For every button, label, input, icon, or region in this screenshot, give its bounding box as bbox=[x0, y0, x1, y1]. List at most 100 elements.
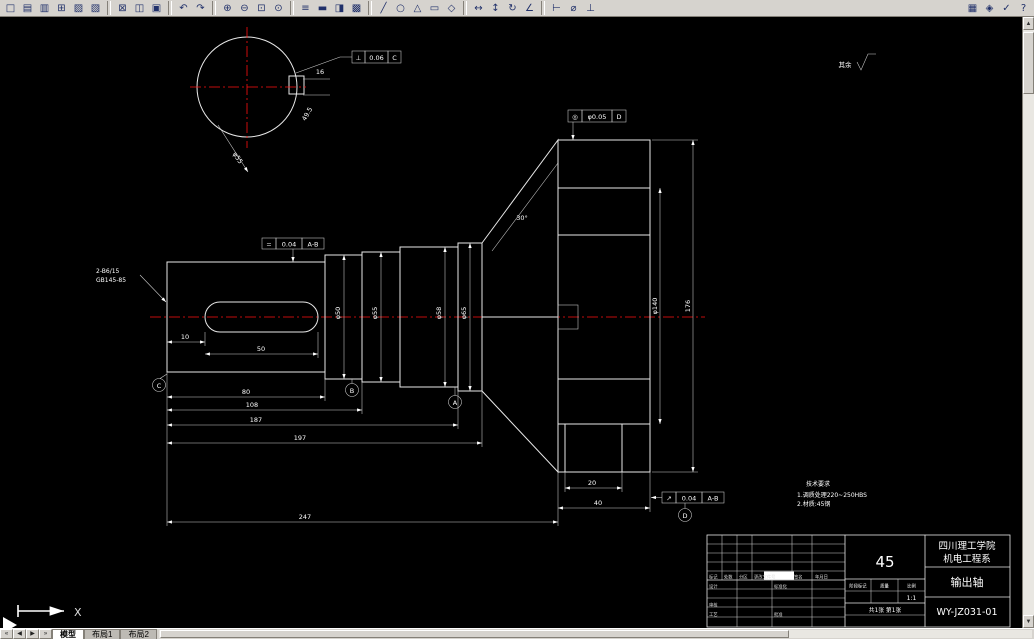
dim-text: 20 bbox=[588, 479, 596, 487]
line-weight-icon[interactable]: ▬ bbox=[314, 0, 331, 16]
spell-check-icon[interactable]: ✓ bbox=[998, 0, 1015, 16]
part-name: 输出轴 bbox=[951, 575, 984, 589]
next-tab-button[interactable]: ▶ bbox=[26, 629, 39, 639]
org-dept: 机电工程系 bbox=[943, 553, 991, 565]
front-view: 30° bbox=[150, 138, 705, 474]
ellipse-icon[interactable]: ◇ bbox=[443, 0, 460, 16]
open-icon[interactable]: ▤ bbox=[19, 0, 36, 16]
title-block: 标记 处数 分区 更改文件号 签名 年月日 设计 标准化 审核 工艺 批准 45 bbox=[706, 534, 1011, 628]
dim-text: φ58 bbox=[435, 307, 443, 320]
dim-text: 176 bbox=[684, 300, 692, 312]
dim-text: 187 bbox=[250, 416, 262, 424]
toolbar-separator bbox=[541, 1, 545, 15]
horizontal-scrollbar-thumb[interactable] bbox=[159, 630, 789, 638]
new-icon[interactable]: □ bbox=[2, 0, 19, 16]
help-icon[interactable]: ? bbox=[1015, 0, 1032, 16]
tb-label: 审核 bbox=[709, 602, 718, 609]
note-text: 2-B6/15 bbox=[96, 268, 120, 275]
zoom-out-icon[interactable]: ⊖ bbox=[236, 0, 253, 16]
dim-text: 80 bbox=[242, 388, 250, 396]
tb-label: 批准 bbox=[774, 611, 783, 618]
dim-text: 247 bbox=[299, 513, 311, 521]
rotate-icon[interactable]: ↻ bbox=[504, 0, 521, 16]
dim-text: 10 bbox=[181, 333, 189, 341]
prev-tab-button[interactable]: ◀ bbox=[13, 629, 26, 639]
tb-label: 标准化 bbox=[774, 583, 788, 590]
toolbar-separator bbox=[212, 1, 216, 15]
tb-label: 比例 bbox=[907, 583, 916, 590]
scrollbar-track[interactable] bbox=[1023, 30, 1034, 615]
dim-text: φ50 bbox=[334, 307, 342, 320]
dim-diameter-icon[interactable]: ⌀ bbox=[565, 0, 582, 16]
tb-label: 设计 bbox=[709, 583, 718, 590]
circle-icon[interactable]: ○ bbox=[392, 0, 409, 16]
tech-requirements-note: 技术要求 1.调质处理220~250HBS 2.材质:45钢 bbox=[797, 480, 867, 508]
redo-icon[interactable]: ↷ bbox=[192, 0, 209, 16]
toolbar-separator bbox=[463, 1, 467, 15]
tb-label: 更改文件号 bbox=[754, 574, 775, 581]
dim-linear-icon[interactable]: ⊢ bbox=[548, 0, 565, 16]
dim-text: 30° bbox=[516, 214, 528, 222]
zoom-in-icon[interactable]: ⊕ bbox=[219, 0, 236, 16]
render-icon[interactable]: ◈ bbox=[981, 0, 998, 16]
ucs-icon: X bbox=[3, 605, 82, 628]
copy-icon[interactable]: ◫ bbox=[131, 0, 148, 16]
cut-icon[interactable]: ⊠ bbox=[114, 0, 131, 16]
tolerance-value: φ0.05 bbox=[588, 113, 607, 121]
zoom-window-icon[interactable]: ⊡ bbox=[253, 0, 270, 16]
hatch-icon[interactable]: ▩ bbox=[348, 0, 365, 16]
line-icon[interactable]: ╱ bbox=[375, 0, 392, 16]
tolerance-icon[interactable]: ⊥ bbox=[582, 0, 599, 16]
polygon-icon[interactable]: △ bbox=[409, 0, 426, 16]
tab-模型[interactable]: 模型 bbox=[52, 629, 84, 639]
dim-text: 50 bbox=[257, 345, 265, 353]
print-preview-icon[interactable]: ▨ bbox=[70, 0, 87, 16]
scroll-down-button[interactable]: ▼ bbox=[1023, 615, 1034, 628]
layout-tab-bar: «◀ ▶» 模型 布局1 布局2 bbox=[0, 628, 1034, 639]
stretch-icon[interactable]: ↕ bbox=[487, 0, 504, 16]
drawing-canvas[interactable]: 16 49.5 φ55 ⊥ 0.06 C 30° 10 50 φ50 φ55 φ… bbox=[0, 17, 1022, 628]
tab-布局1[interactable]: 布局1 bbox=[84, 629, 121, 639]
surface-finish-note: 其余 bbox=[839, 53, 876, 71]
section-view: 16 49.5 φ55 ⊥ 0.06 C bbox=[190, 27, 402, 173]
main-area: 16 49.5 φ55 ⊥ 0.06 C 30° 10 50 φ50 φ55 φ… bbox=[0, 17, 1034, 628]
tb-label: 处数 bbox=[724, 574, 733, 581]
tb-label: 质量 bbox=[880, 583, 889, 590]
first-tab-button[interactable]: « bbox=[0, 629, 13, 639]
ucs-triangle bbox=[3, 617, 17, 628]
last-tab-button[interactable]: » bbox=[39, 629, 52, 639]
datum-label: C bbox=[157, 382, 162, 390]
horizontal-scrollbar[interactable] bbox=[158, 630, 1032, 638]
datum-label: B bbox=[350, 387, 354, 395]
color-control-icon[interactable]: ◨ bbox=[331, 0, 348, 16]
tb-label: 签名 bbox=[794, 574, 803, 581]
toolbar-separator bbox=[168, 1, 172, 15]
scroll-up-button[interactable]: ▲ bbox=[1023, 17, 1034, 30]
rectangle-icon[interactable]: ▭ bbox=[426, 0, 443, 16]
move-icon[interactable]: ↔ bbox=[470, 0, 487, 16]
dim-text: 49.5 bbox=[300, 106, 314, 123]
others-label: 其余 bbox=[839, 60, 853, 69]
tb-label: 阶段标记 bbox=[849, 583, 867, 590]
save-icon[interactable]: ▥ bbox=[36, 0, 53, 16]
tolerance-symbol: ↗ bbox=[666, 495, 671, 503]
layers-icon[interactable]: ≡ bbox=[297, 0, 314, 16]
datum-label: A bbox=[453, 399, 458, 407]
layout-tabs: 模型 布局1 布局2 bbox=[52, 629, 157, 639]
properties-icon[interactable]: ▦ bbox=[964, 0, 981, 16]
scrollbar-thumb[interactable] bbox=[1023, 32, 1034, 94]
paste-icon[interactable]: ▣ bbox=[148, 0, 165, 16]
zoom-extents-icon[interactable]: ⊙ bbox=[270, 0, 287, 16]
dim-text: φ140 bbox=[651, 298, 659, 315]
toolbar-separator bbox=[368, 1, 372, 15]
vertical-scrollbar[interactable]: ▲ ▼ bbox=[1022, 17, 1034, 628]
tab-nav: «◀ ▶» bbox=[0, 629, 52, 639]
measure-angle-icon[interactable]: ∠ bbox=[521, 0, 538, 16]
material-spec: 45 bbox=[875, 553, 894, 571]
tab-布局2[interactable]: 布局2 bbox=[120, 629, 157, 639]
print-icon[interactable]: ⊞ bbox=[53, 0, 70, 16]
find-icon[interactable]: ▧ bbox=[87, 0, 104, 16]
sheet-count: 共1张 第1张 bbox=[869, 606, 902, 614]
undo-icon[interactable]: ↶ bbox=[175, 0, 192, 16]
tolerance-datum: D bbox=[616, 113, 621, 121]
